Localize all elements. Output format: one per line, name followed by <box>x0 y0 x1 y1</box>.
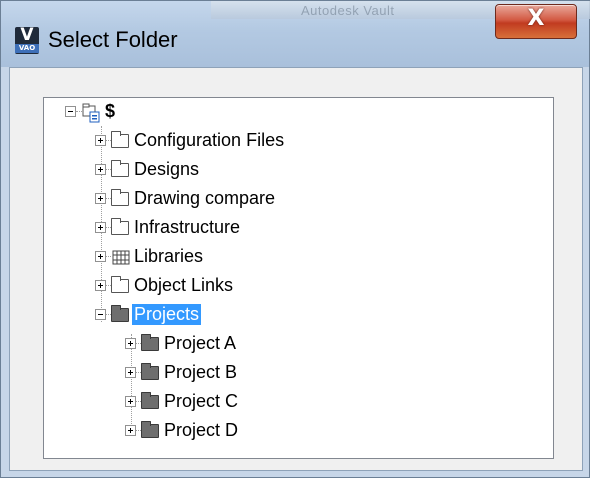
tree-node-label: Libraries <box>134 246 204 266</box>
tree-node-label: Project A <box>164 333 237 353</box>
title-bar[interactable]: Autodesk Vault V VAO Select Folder X <box>1 1 590 67</box>
tree-node-configuration-files[interactable]: Configuration Files <box>95 129 395 155</box>
expand-toggle[interactable] <box>95 135 106 146</box>
tree-node-label: Project D <box>164 420 239 440</box>
tree-node-label: Project C <box>164 391 239 411</box>
vault-root-icon <box>82 103 100 123</box>
expand-toggle[interactable] <box>95 280 106 291</box>
folder-icon <box>111 218 129 235</box>
background-app-caption: Autodesk Vault <box>301 3 395 18</box>
folder-icon <box>141 334 159 351</box>
tree-node-label: $ <box>105 101 116 121</box>
folder-icon <box>141 421 159 438</box>
expand-toggle[interactable] <box>125 396 136 407</box>
folder-icon <box>111 189 129 206</box>
tree-node-project-c[interactable]: Project C <box>125 390 425 416</box>
library-icon <box>112 250 130 265</box>
tree-node-libraries[interactable]: Libraries <box>95 245 395 271</box>
vault-app-icon: V VAO <box>15 25 39 54</box>
folder-icon <box>111 160 129 177</box>
tree-node-projects[interactable]: Projects <box>95 303 395 329</box>
tree-node-project-a[interactable]: Project A <box>125 332 425 358</box>
collapse-toggle[interactable] <box>65 106 76 117</box>
folder-icon <box>111 131 129 148</box>
expand-toggle[interactable] <box>125 425 136 436</box>
folder-icon <box>111 276 129 293</box>
close-button[interactable]: X <box>495 4 577 39</box>
tree-node-root[interactable]: $ <box>65 100 265 126</box>
tree-node-infrastructure[interactable]: Infrastructure <box>95 216 395 242</box>
expand-toggle[interactable] <box>125 367 136 378</box>
expand-toggle[interactable] <box>95 251 106 262</box>
tree-node-designs[interactable]: Designs <box>95 158 395 184</box>
folder-icon <box>141 363 159 380</box>
folder-open-icon <box>111 305 129 322</box>
tree-node-label: Drawing compare <box>134 188 276 208</box>
expand-toggle[interactable] <box>95 164 106 175</box>
tree-node-drawing-compare[interactable]: Drawing compare <box>95 187 395 213</box>
select-folder-dialog: Autodesk Vault V VAO Select Folder X $ C… <box>0 0 590 478</box>
folder-icon <box>141 392 159 409</box>
close-icon: X <box>527 6 545 31</box>
collapse-toggle[interactable] <box>95 309 106 320</box>
tree-node-project-b[interactable]: Project B <box>125 361 425 387</box>
folder-tree-view[interactable]: $ Configuration Files Designs Drawing co… <box>43 97 554 459</box>
expand-toggle[interactable] <box>95 193 106 204</box>
expand-toggle[interactable] <box>125 338 136 349</box>
tree-node-label: Configuration Files <box>134 130 285 150</box>
window-title: Select Folder <box>48 27 178 52</box>
expand-toggle[interactable] <box>95 222 106 233</box>
tree-node-label-selected: Projects <box>132 304 202 325</box>
tree-node-label: Infrastructure <box>134 217 241 237</box>
tree-node-label: Object Links <box>134 275 234 295</box>
tree-node-project-d[interactable]: Project D <box>125 419 425 445</box>
tree-node-object-links[interactable]: Object Links <box>95 274 395 300</box>
tree-node-label: Designs <box>134 159 200 179</box>
tree-line <box>106 256 111 258</box>
tree-node-label: Project B <box>164 362 238 382</box>
